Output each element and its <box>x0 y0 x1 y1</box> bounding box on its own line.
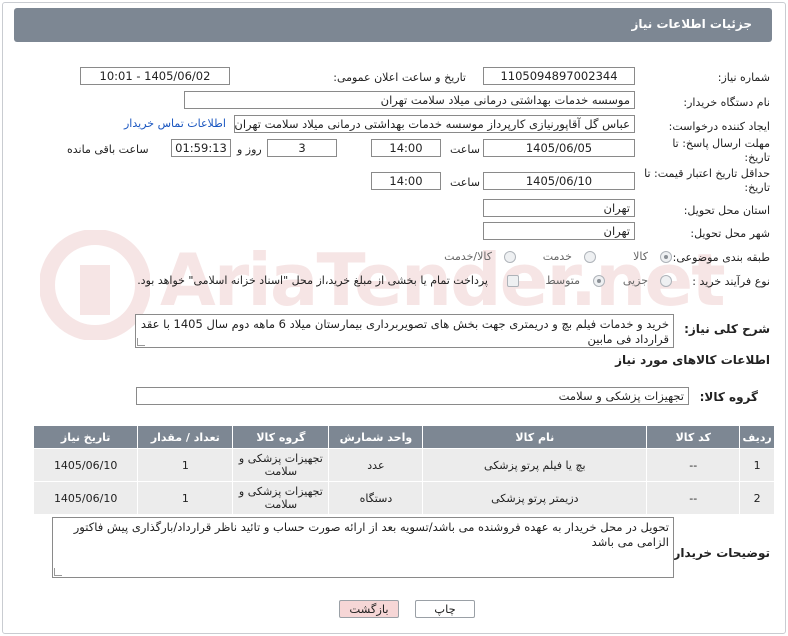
buyer-notes-content: تحویل در محل خریدار به عهده فروشنده می ب… <box>73 520 669 549</box>
col-group: گروه کالا <box>232 425 330 449</box>
deadline-time-label: ساعت <box>450 143 480 156</box>
row-code: -- <box>646 481 741 515</box>
row-date: 1405/06/10 <box>32 448 139 482</box>
col-qty: تعداد / مقدار <box>137 425 234 449</box>
row-qty: 1 <box>137 481 234 515</box>
page-title: جزئیات اطلاعات نیاز <box>631 17 752 31</box>
resize-grip-icon <box>54 568 62 576</box>
need-number-field[interactable]: 1105094897002344 <box>483 67 635 85</box>
need-number-label: شماره نیاز: <box>717 71 770 84</box>
creator-field[interactable]: عباس گل آقاپورنیازی کارپرداز موسسه خدمات… <box>234 115 635 133</box>
remaining-time-field[interactable]: 01:59:13 <box>171 139 231 157</box>
goods-table: ردیف کد کالا نام کالا واحد شمارش گروه کا… <box>32 425 775 515</box>
days-label: روز و <box>237 143 262 156</box>
table-row: 1 -- بچ یا فیلم پرتو پزشکی عدد تجهیزات پ… <box>32 448 775 482</box>
row-group: تجهیزات پزشکی و سلامت <box>232 448 330 482</box>
province-label: استان محل تحویل: <box>683 204 770 217</box>
buyer-org-label: نام دستگاه خریدار: <box>683 96 770 109</box>
validity-time-field[interactable]: 14:00 <box>371 172 441 190</box>
announce-field[interactable]: 1405/06/02 - 10:01 <box>80 67 230 85</box>
description-content: خرید و خدمات فیلم بچ و دریمتری جهت بخش ه… <box>140 317 669 346</box>
days-field[interactable]: 3 <box>267 139 337 157</box>
buyer-org-field[interactable]: موسسه خدمات بهداشتی درمانی میلاد سلامت ت… <box>184 91 635 109</box>
category-option-service: خدمت <box>542 250 572 263</box>
process-radio-medium[interactable] <box>593 275 605 287</box>
announce-label: تاریخ و ساعت اعلان عمومی: <box>333 71 466 84</box>
resize-grip-icon <box>137 338 145 346</box>
col-unit: واحد شمارش <box>328 425 424 449</box>
table-row: 2 -- دزیمتر پرتو پزشکی دستگاه تجهیزات پز… <box>32 481 775 515</box>
back-button[interactable]: بازگشت <box>339 600 399 618</box>
process-radio-minor[interactable] <box>660 275 672 287</box>
row-index: 2 <box>739 481 775 515</box>
description-text[interactable]: خرید و خدمات فیلم بچ و دریمتری جهت بخش ه… <box>135 314 674 348</box>
col-date: تاریخ نیاز <box>32 425 139 449</box>
deadline-time-field[interactable]: 14:00 <box>371 139 441 157</box>
col-index: ردیف <box>739 425 775 449</box>
goods-section-title: اطلاعات کالاهای مورد نیاز <box>615 353 770 367</box>
deadline-date-field[interactable]: 1405/06/05 <box>483 139 635 157</box>
validity-date-field[interactable]: 1405/06/10 <box>483 172 635 190</box>
process-label: نوع فرآیند خرید : <box>692 275 770 288</box>
process-option-medium: متوسط <box>545 274 580 287</box>
buyer-notes-text[interactable]: تحویل در محل خریدار به عهده فروشنده می ب… <box>52 517 674 578</box>
category-option-goods: کالا <box>633 250 648 263</box>
goods-group-field[interactable]: تجهیزات پزشکی و سلامت <box>136 387 689 405</box>
remaining-label: ساعت باقی مانده <box>67 143 149 156</box>
description-label: شرح کلی نیاز: <box>684 322 770 336</box>
province-field[interactable]: تهران <box>483 199 635 217</box>
deadline-label: مهلت ارسال پاسخ: تا تاریخ: <box>672 137 770 164</box>
buyer-notes-label: توضیحات خریدار: <box>668 546 770 560</box>
validity-label: حداقل تاریخ اعتبار قیمت: تا تاریخ: <box>644 167 770 194</box>
row-unit: دستگاه <box>328 481 424 515</box>
city-label: شهر محل تحویل: <box>690 227 770 240</box>
row-code: -- <box>646 448 741 482</box>
category-radio-both[interactable] <box>504 251 516 263</box>
treasury-payment-note: پرداخت تمام یا بخشی از مبلغ خرید،از محل … <box>137 274 488 287</box>
goods-table-header: ردیف کد کالا نام کالا واحد شمارش گروه کا… <box>32 425 775 449</box>
validity-time-label: ساعت <box>450 176 480 189</box>
row-index: 1 <box>739 448 775 482</box>
row-date: 1405/06/10 <box>32 481 139 515</box>
row-unit: عدد <box>328 448 424 482</box>
category-radio-service[interactable] <box>584 251 596 263</box>
row-group: تجهیزات پزشکی و سلامت <box>232 481 330 515</box>
watermark-logo-icon <box>39 229 151 341</box>
category-option-both: کالا/خدمت <box>444 250 492 263</box>
contact-buyer-link[interactable]: اطلاعات تماس خریدار <box>124 117 226 130</box>
treasury-payment-checkbox[interactable] <box>507 275 519 287</box>
row-qty: 1 <box>137 448 234 482</box>
category-label: طبقه بندی موضوعی: <box>672 251 770 264</box>
page-header: جزئیات اطلاعات نیاز <box>14 8 772 42</box>
goods-group-label: گروه کالا: <box>699 390 758 404</box>
category-radio-goods[interactable] <box>660 251 672 263</box>
city-field[interactable]: تهران <box>483 222 635 240</box>
process-option-minor: جزیی <box>622 274 648 287</box>
row-name: بچ یا فیلم پرتو پزشکی <box>422 448 648 482</box>
col-code: کد کالا <box>646 425 741 449</box>
creator-label: ایجاد کننده درخواست: <box>668 120 770 133</box>
col-name: نام کالا <box>422 425 648 449</box>
print-button[interactable]: چاپ <box>415 600 475 618</box>
row-name: دزیمتر پرتو پزشکی <box>422 481 648 515</box>
